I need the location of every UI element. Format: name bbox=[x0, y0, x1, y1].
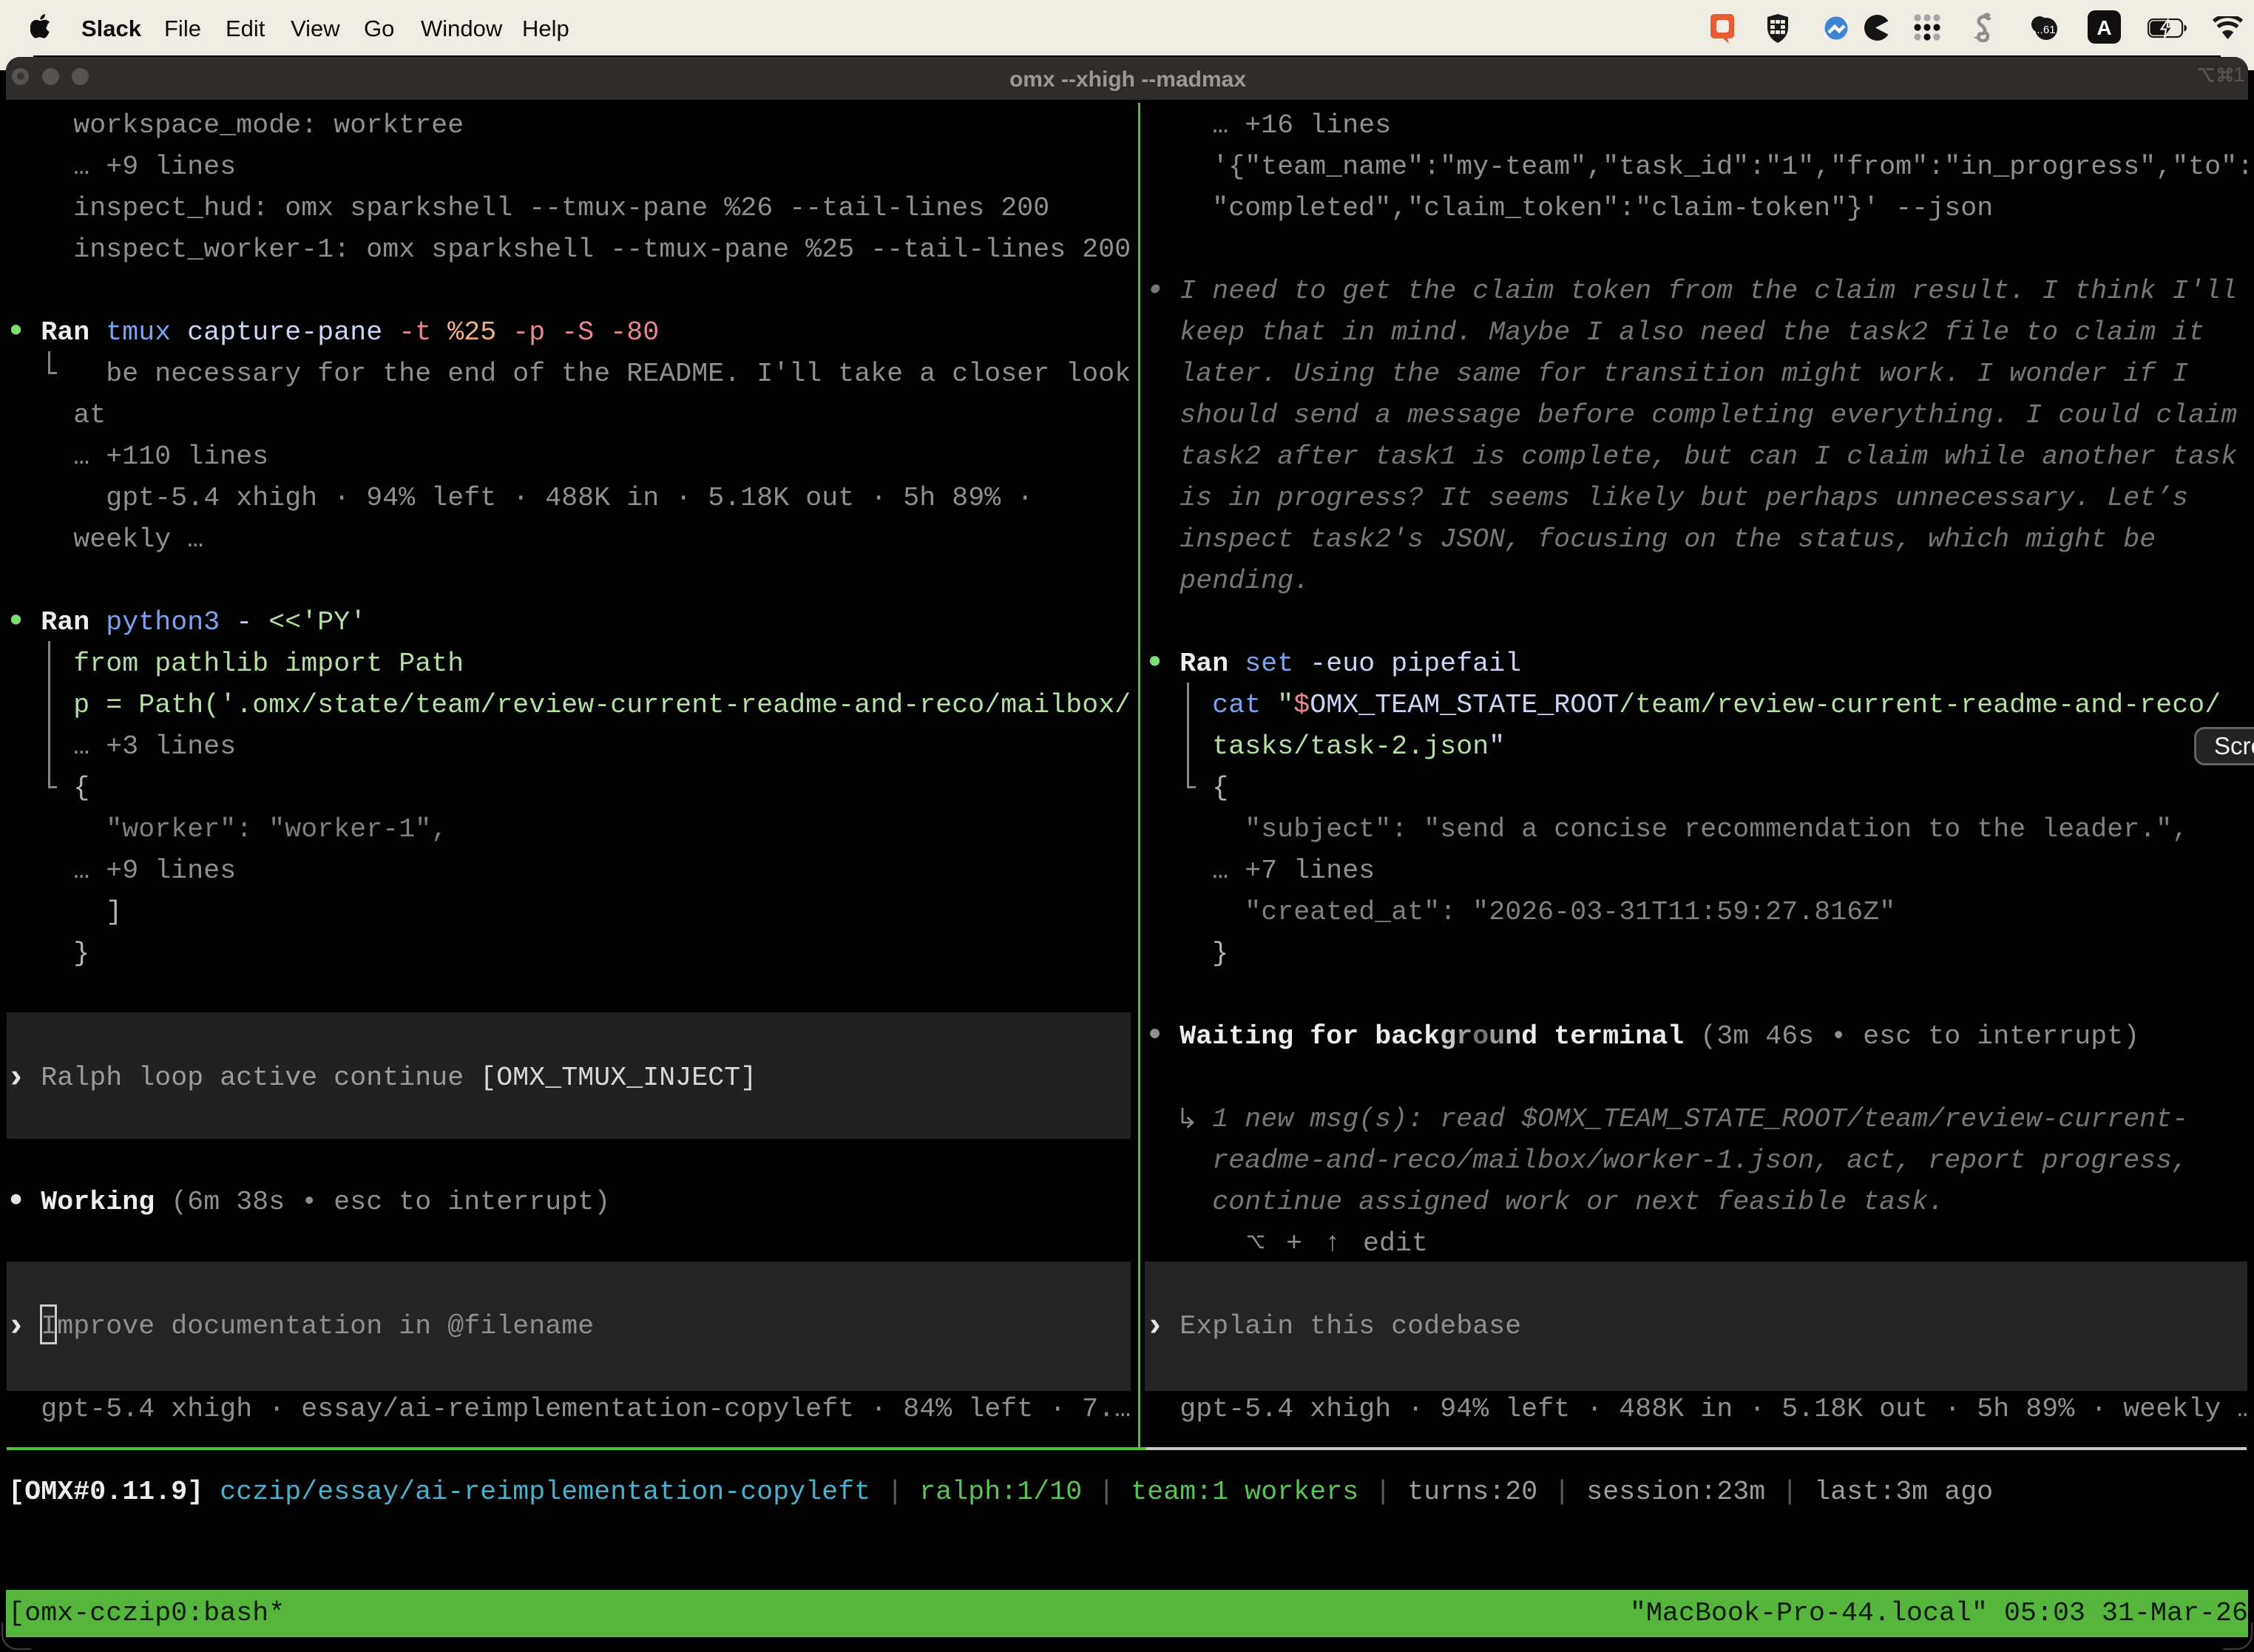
svg-text:..61: ..61 bbox=[2037, 24, 2055, 36]
svg-text:A: A bbox=[2096, 16, 2111, 39]
